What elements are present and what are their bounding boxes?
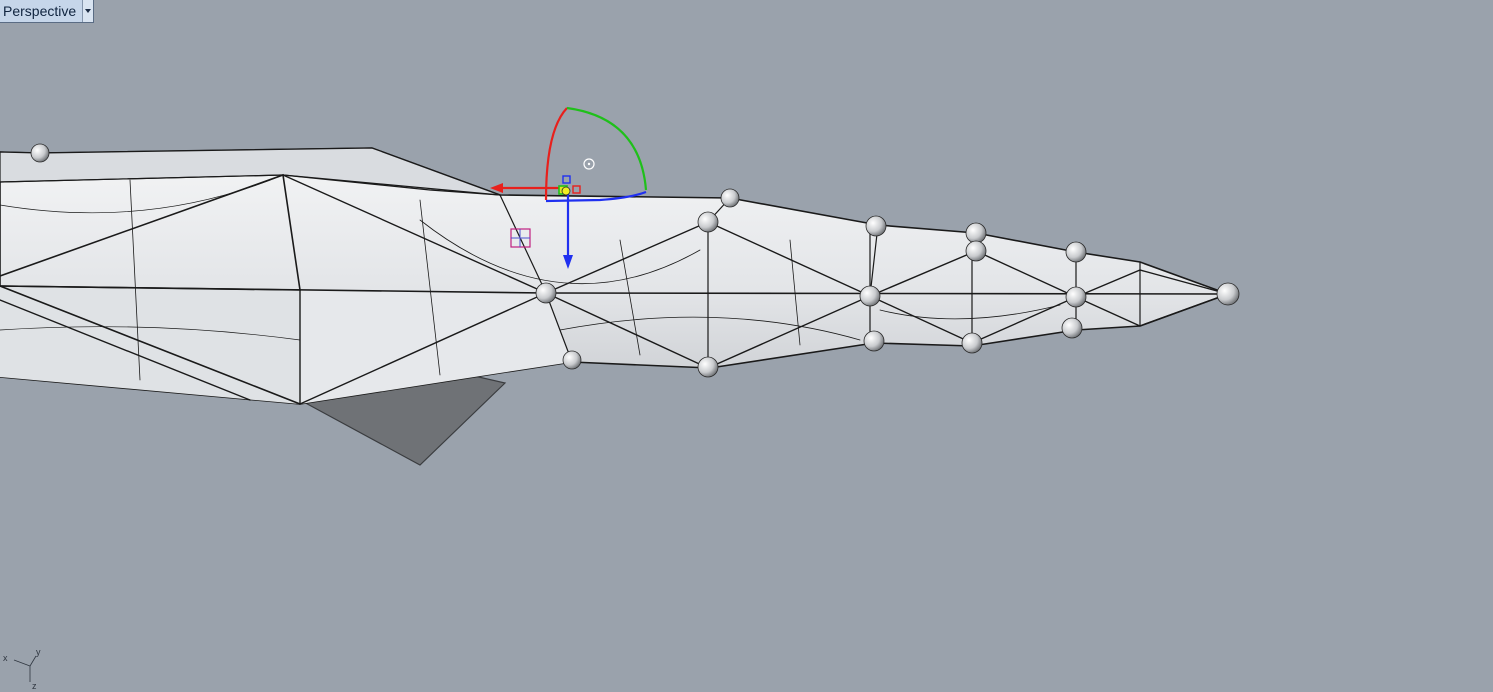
joint-sphere [1065,241,1087,263]
gizmo-center-handle[interactable] [561,186,571,196]
joint-sphere [865,215,887,237]
scene-canvas[interactable] [0,0,1493,692]
perspective-viewport[interactable]: Perspective x y z [0,0,1493,692]
joint-sphere [697,356,719,378]
world-axes-icon [13,655,37,682]
viewport-menu-dropdown-icon[interactable] [82,0,94,22]
joint-sphere [965,240,987,262]
joint-sphere [965,222,987,244]
gizmo-x-scale-handle[interactable] [572,185,581,194]
world-axis-z-label: z [32,681,37,691]
joint-sphere [1216,282,1240,306]
joint-sphere [562,350,582,370]
joint-sphere [535,282,557,304]
world-axis-x-label: x [3,653,8,663]
joint-sphere [1065,286,1087,308]
joint-sphere [30,143,50,163]
joint-sphere [863,330,885,352]
gizmo-z-scale-handle[interactable] [562,175,571,184]
world-axis-y-label: y [36,647,41,657]
joint-sphere [1061,317,1083,339]
joint-sphere [961,332,983,354]
gizmo-rotate-y-arc[interactable] [566,106,648,191]
viewport-title[interactable]: Perspective [0,0,82,22]
joint-sphere [859,285,881,307]
joint-sphere [720,188,740,208]
viewport-title-tab[interactable]: Perspective [0,0,95,23]
joint-sphere [697,211,719,233]
